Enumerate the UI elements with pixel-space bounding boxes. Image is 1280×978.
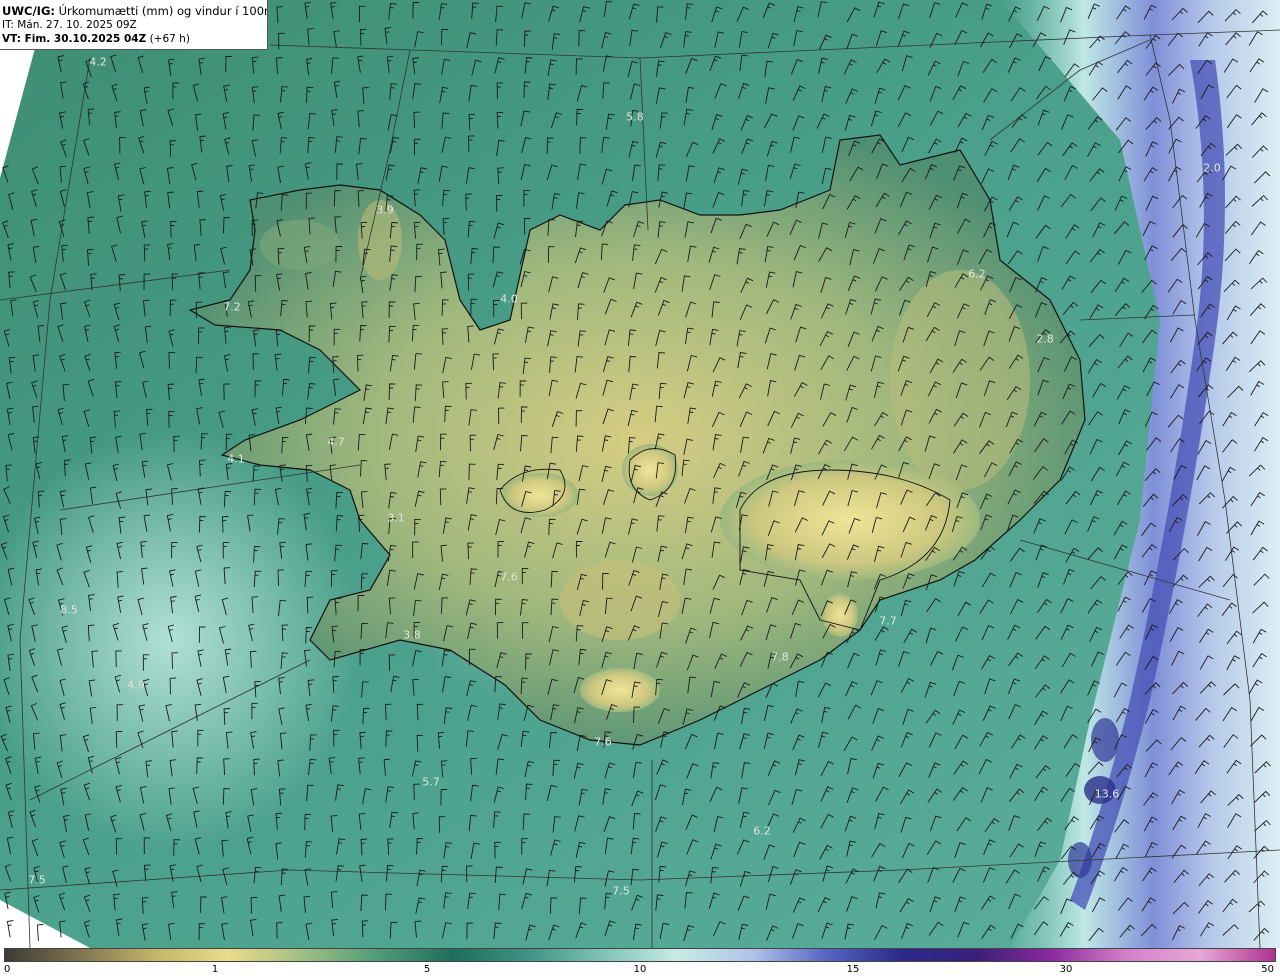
value-label: 4.1: [227, 452, 245, 466]
colorbar: 0 1 5 10 15 30 50: [0, 948, 1280, 978]
value-label: 4.9: [127, 678, 145, 692]
colorbar-label: 15: [846, 964, 860, 975]
forecast-offset: (+67 h): [149, 33, 190, 45]
colorbar-label: 5: [423, 964, 431, 975]
value-label: 7.5: [612, 884, 630, 898]
value-label: 2.0: [1203, 161, 1221, 175]
value-label: 4.2: [89, 55, 107, 69]
value-label: 7.7: [879, 614, 897, 628]
value-label: 3.9: [376, 203, 394, 217]
initial-time: IT: Mán. 27. 10. 2025 09Z: [2, 19, 137, 31]
value-label: 7.6: [594, 735, 612, 749]
map-info-box: UWC/IG: Úrkomumætti (mm) og vindur í 100…: [0, 0, 268, 50]
value-label: 7.6: [500, 570, 518, 584]
model-label: UWC/IG:: [2, 4, 55, 18]
colorbar-label: 0: [4, 964, 11, 975]
value-label: 7.8: [771, 650, 789, 664]
map-title: Úrkomumætti (mm) og vindur í 100m hæð: [58, 4, 267, 18]
valid-time: VT: Fim. 30.10.2025 04Z: [2, 33, 147, 45]
value-label: 5.7: [422, 775, 440, 789]
title-line: UWC/IG: Úrkomumætti (mm) og vindur í 100…: [2, 4, 267, 18]
value-label: 3.8: [403, 628, 421, 642]
value-label: 6.2: [968, 267, 986, 281]
colorbar-label: 50: [1261, 964, 1274, 975]
colorbar-label: 10: [633, 964, 647, 975]
value-label: 3.1: [387, 511, 405, 525]
value-label: 5.8: [626, 110, 644, 124]
precipitation-wind-map: [0, 0, 1280, 948]
value-label: 7.5: [28, 873, 46, 887]
value-label: 6.2: [753, 824, 771, 838]
value-label: 4.0: [500, 292, 518, 306]
value-label: 13.6: [1094, 787, 1120, 801]
colorbar-strip: [4, 948, 1276, 962]
value-label: 2.8: [1036, 332, 1054, 346]
value-label: 4.7: [327, 435, 345, 449]
value-label: 8.5: [60, 603, 78, 617]
valid-time-line: VT: Fim. 30.10.2025 04Z (+67 h): [2, 32, 267, 46]
colorbar-label: 30: [1059, 964, 1073, 975]
value-label: 7.2: [223, 300, 241, 314]
colorbar-label: 1: [211, 964, 219, 975]
